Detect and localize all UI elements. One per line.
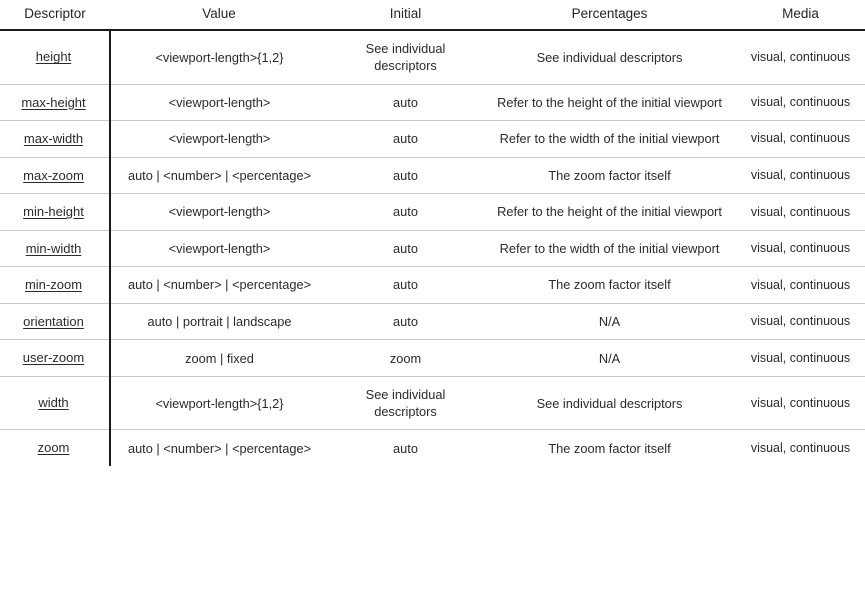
table-body: height <viewport-length>{1,2} See indivi… bbox=[0, 30, 865, 466]
cell-percentages: Refer to the width of the initial viewpo… bbox=[483, 120, 736, 158]
cell-media: visual, continuous bbox=[736, 302, 865, 340]
cell-media: visual, continuous bbox=[736, 339, 865, 377]
cell-value: <viewport-length> bbox=[110, 120, 328, 158]
cell-percentages: The zoom factor itself bbox=[483, 429, 736, 466]
cell-descriptor: height bbox=[0, 30, 111, 85]
column-header-descriptor: Descriptor bbox=[0, 0, 110, 31]
cell-percentages: The zoom factor itself bbox=[483, 156, 736, 194]
cell-initial: auto bbox=[328, 266, 483, 304]
descriptor-link[interactable]: height bbox=[36, 49, 71, 64]
table-row: max-height <viewport-length> auto Refer … bbox=[0, 83, 865, 121]
cell-value: <viewport-length>{1,2} bbox=[155, 49, 284, 65]
cell-value: <viewport-length> bbox=[110, 83, 328, 121]
cell-initial: zoom bbox=[328, 339, 483, 377]
table-header: Descriptor Value Initial Percentages Med… bbox=[0, 0, 865, 31]
cell-percentages: The zoom factor itself bbox=[483, 266, 736, 304]
cell-initial: auto bbox=[328, 193, 483, 231]
cell-descriptor: user-zoom bbox=[0, 339, 111, 377]
column-header-initial: Initial bbox=[328, 0, 483, 31]
cell-descriptor: max-zoom bbox=[0, 156, 111, 194]
cell-initial: auto bbox=[328, 156, 483, 194]
table-row: min-height <viewport-length> auto Refer … bbox=[0, 193, 865, 231]
column-header-percentages: Percentages bbox=[483, 0, 736, 31]
cell-initial: auto bbox=[328, 229, 483, 267]
table-header-row: Descriptor Value Initial Percentages Med… bbox=[0, 0, 865, 31]
cell-descriptor: max-width bbox=[0, 120, 111, 158]
cell-descriptor: min-width bbox=[0, 229, 111, 267]
cell-initial: See individual descriptors bbox=[365, 41, 446, 74]
cell-percentages: N/A bbox=[483, 339, 736, 377]
viewport-descriptors-table: Descriptor Value Initial Percentages Med… bbox=[0, 0, 865, 466]
table-row: orientation auto | portrait | landscape … bbox=[0, 302, 865, 340]
cell-initial: auto bbox=[328, 429, 483, 466]
cell-descriptor: orientation bbox=[0, 302, 111, 340]
cell-value: zoom | fixed bbox=[110, 339, 328, 377]
table-row: min-width <viewport-length> auto Refer t… bbox=[0, 229, 865, 267]
descriptor-link[interactable]: min-width bbox=[26, 241, 82, 256]
cell-percentages: Refer to the height of the initial viewp… bbox=[483, 83, 736, 121]
cell-percentages: Refer to the height of the initial viewp… bbox=[483, 193, 736, 231]
cell-value: <viewport-length> bbox=[110, 193, 328, 231]
descriptor-link[interactable]: min-height bbox=[23, 204, 84, 219]
cell-media: visual, continuous bbox=[736, 429, 865, 466]
cell-descriptor: min-zoom bbox=[0, 266, 111, 304]
cell-initial: See individual descriptors bbox=[328, 375, 483, 430]
table-row: zoom auto | <number> | <percentage> auto… bbox=[0, 429, 865, 466]
cell-value: <viewport-length>{1,2} bbox=[110, 375, 328, 430]
cell-media: visual, continuous bbox=[736, 120, 865, 158]
cell-initial: auto bbox=[328, 83, 483, 121]
cell-descriptor: zoom bbox=[0, 429, 111, 466]
cell-value: auto | <number> | <percentage> bbox=[110, 266, 328, 304]
cell-media: visual, continuous bbox=[736, 83, 865, 121]
table-row: user-zoom zoom | fixed zoom N/A visual, … bbox=[0, 339, 865, 377]
descriptor-link[interactable]: max-height bbox=[21, 95, 85, 110]
cell-media: visual, continuous bbox=[736, 375, 865, 430]
cell-percentages: See individual descriptors bbox=[483, 375, 736, 430]
table-row: height <viewport-length>{1,2} See indivi… bbox=[0, 30, 865, 85]
table-row: max-zoom auto | <number> | <percentage> … bbox=[0, 156, 865, 194]
cell-initial: auto bbox=[328, 302, 483, 340]
descriptor-link[interactable]: width bbox=[38, 395, 68, 410]
cell-initial: auto bbox=[328, 120, 483, 158]
cell-value: auto | portrait | landscape bbox=[110, 302, 328, 340]
cell-value: auto | <number> | <percentage> bbox=[110, 156, 328, 194]
cell-media: visual, continuous bbox=[750, 49, 851, 64]
cell-media: visual, continuous bbox=[736, 229, 865, 267]
cell-value: auto | <number> | <percentage> bbox=[110, 429, 328, 466]
cell-media: visual, continuous bbox=[736, 266, 865, 304]
table-row: max-width <viewport-length> auto Refer t… bbox=[0, 120, 865, 158]
descriptor-link[interactable]: zoom bbox=[38, 440, 70, 455]
descriptor-link[interactable]: max-zoom bbox=[23, 168, 84, 183]
column-header-media: Media bbox=[736, 0, 865, 31]
cell-percentages: See individual descriptors bbox=[536, 49, 683, 65]
cell-descriptor: width bbox=[0, 375, 111, 430]
descriptor-link[interactable]: min-zoom bbox=[25, 277, 82, 292]
descriptor-link[interactable]: user-zoom bbox=[23, 350, 84, 365]
descriptor-link[interactable]: max-width bbox=[24, 131, 83, 146]
descriptor-link[interactable]: orientation bbox=[23, 314, 84, 329]
cell-value: <viewport-length> bbox=[110, 229, 328, 267]
cell-descriptor: min-height bbox=[0, 193, 111, 231]
table-row: width <viewport-length>{1,2} See individ… bbox=[0, 375, 865, 430]
cell-media: visual, continuous bbox=[736, 193, 865, 231]
column-header-value: Value bbox=[110, 0, 328, 31]
viewport-descriptors-sheet: Descriptor Value Initial Percentages Med… bbox=[0, 0, 865, 607]
cell-percentages: Refer to the width of the initial viewpo… bbox=[483, 229, 736, 267]
cell-percentages: N/A bbox=[483, 302, 736, 340]
cell-media: visual, continuous bbox=[736, 156, 865, 194]
cell-descriptor: max-height bbox=[0, 83, 111, 121]
table-row: min-zoom auto | <number> | <percentage> … bbox=[0, 266, 865, 304]
